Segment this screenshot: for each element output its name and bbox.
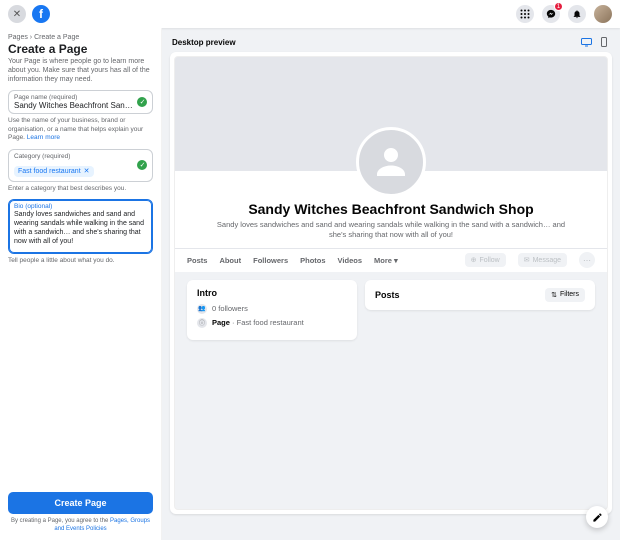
notification-badge: 1 [554,2,563,11]
page-content: Intro 👥 0 followers ⓘ Page · Fast food r… [175,272,607,348]
tab-photos[interactable]: Photos [300,256,325,265]
desktop-preview-icon[interactable] [580,36,592,48]
category-chip-label: Fast food restaurant [18,168,81,175]
posts-column: Posts ⇅ Filters [365,280,595,340]
create-page-sidebar: Pages › Create a Page Create a Page Your… [0,28,162,540]
header-right: 1 [516,5,612,23]
posts-card: Posts ⇅ Filters [365,280,595,310]
preview-card: Sandy Witches Beachfront Sandwich Shop S… [170,52,612,514]
category-caption: Enter a category that best describes you… [8,185,153,193]
message-button-disabled: ✉Message [518,253,567,267]
preview-inner: Sandy Witches Beachfront Sandwich Shop S… [174,56,608,510]
more-actions-button-disabled: ⋯ [579,252,595,268]
breadcrumb: Pages › Create a Page [8,34,153,41]
tab-videos[interactable]: Videos [338,256,362,265]
category-chip-remove-icon[interactable]: ✕ [84,167,90,175]
tab-more-label: More [374,256,392,265]
notifications-icon[interactable] [568,5,586,23]
pencil-icon [592,512,603,523]
intro-followers-row: 👥 0 followers [197,304,347,314]
posts-title: Posts [375,290,400,300]
category-field[interactable]: Category (required) Fast food restaurant… [8,149,153,182]
profile-photo-placeholder [356,127,426,197]
info-icon: ⓘ [197,318,207,328]
person-icon [370,141,412,183]
follow-button-disabled: ⊕Follow [465,253,506,267]
filters-label: Filters [560,291,579,298]
page-name-display: Sandy Witches Beachfront Sandwich Shop [189,201,593,217]
facebook-logo[interactable]: f [32,5,50,23]
posts-header: Posts ⇅ Filters [375,288,585,302]
bio-label: Bio (optional) [14,203,147,210]
intro-column: Intro 👥 0 followers ⓘ Page · Fast food r… [187,280,357,340]
edit-fab[interactable] [586,506,608,528]
tab-posts[interactable]: Posts [187,256,207,265]
bio-field[interactable]: Bio (optional) Sandy loves sandwiches an… [8,199,153,254]
intro-title: Intro [197,288,347,298]
menu-icon[interactable] [516,5,534,23]
sidebar-description: Your Page is where people go to learn mo… [8,58,153,84]
followers-count: 0 followers [212,304,248,313]
page-tabs: Posts About Followers Photos Videos More… [175,248,607,272]
cover-photo-placeholder [175,57,607,171]
preview-label: Desktop preview [172,38,236,47]
message-button-label: Message [533,257,561,264]
page-type-label: Page [212,318,230,327]
learn-more-link[interactable]: Learn more [27,134,60,141]
page-name-input[interactable]: Sandy Witches Beachfront Sandwic [14,101,147,110]
create-page-button[interactable]: Create Page [8,492,153,514]
bio-textarea[interactable]: Sandy loves sandwiches and sand and wear… [14,210,147,250]
tab-more[interactable]: More ▾ [374,256,398,265]
message-icon: ✉ [524,256,530,264]
bio-caption: Tell people a little about what you do. [8,257,153,265]
mobile-preview-icon[interactable] [598,36,610,48]
account-avatar[interactable] [594,5,612,23]
header-bar: ✕ f 1 [0,0,620,28]
header-left: ✕ f [8,5,50,23]
device-toggle [580,36,610,48]
terms-prefix: By creating a Page, you agree to the [11,518,110,524]
tab-about[interactable]: About [219,256,241,265]
intro-page-type-row: ⓘ Page · Fast food restaurant [197,318,347,328]
preview-header: Desktop preview [170,34,612,52]
page-name-label: Page name (required) [14,94,147,101]
follow-button-label: Follow [479,257,499,264]
category-label: Category (required) [14,153,147,160]
sidebar-title: Create a Page [8,42,153,56]
followers-icon: 👥 [197,304,207,314]
close-button[interactable]: ✕ [8,5,26,23]
breadcrumb-current: Create a Page [34,34,79,41]
page-bio-display: Sandy loves sandwiches and sand and wear… [211,220,571,240]
filters-button[interactable]: ⇅ Filters [545,288,585,302]
follow-icon: ⊕ [471,256,477,264]
filters-icon: ⇅ [551,291,557,299]
preview-area: Desktop preview Sandy Witches Beachfro [162,28,620,540]
messenger-icon[interactable]: 1 [542,5,560,23]
breadcrumb-root-link[interactable]: Pages [8,34,28,41]
page-name-field[interactable]: Page name (required) Sandy Witches Beach… [8,90,153,114]
page-name-caption: Use the name of your business, brand or … [8,117,153,142]
terms-text: By creating a Page, you agree to the Pag… [8,518,153,534]
category-chip[interactable]: Fast food restaurant ✕ [14,166,94,177]
intro-card: Intro 👥 0 followers ⓘ Page · Fast food r… [187,280,357,340]
tab-followers[interactable]: Followers [253,256,288,265]
page-type-value: Fast food restaurant [237,318,304,327]
